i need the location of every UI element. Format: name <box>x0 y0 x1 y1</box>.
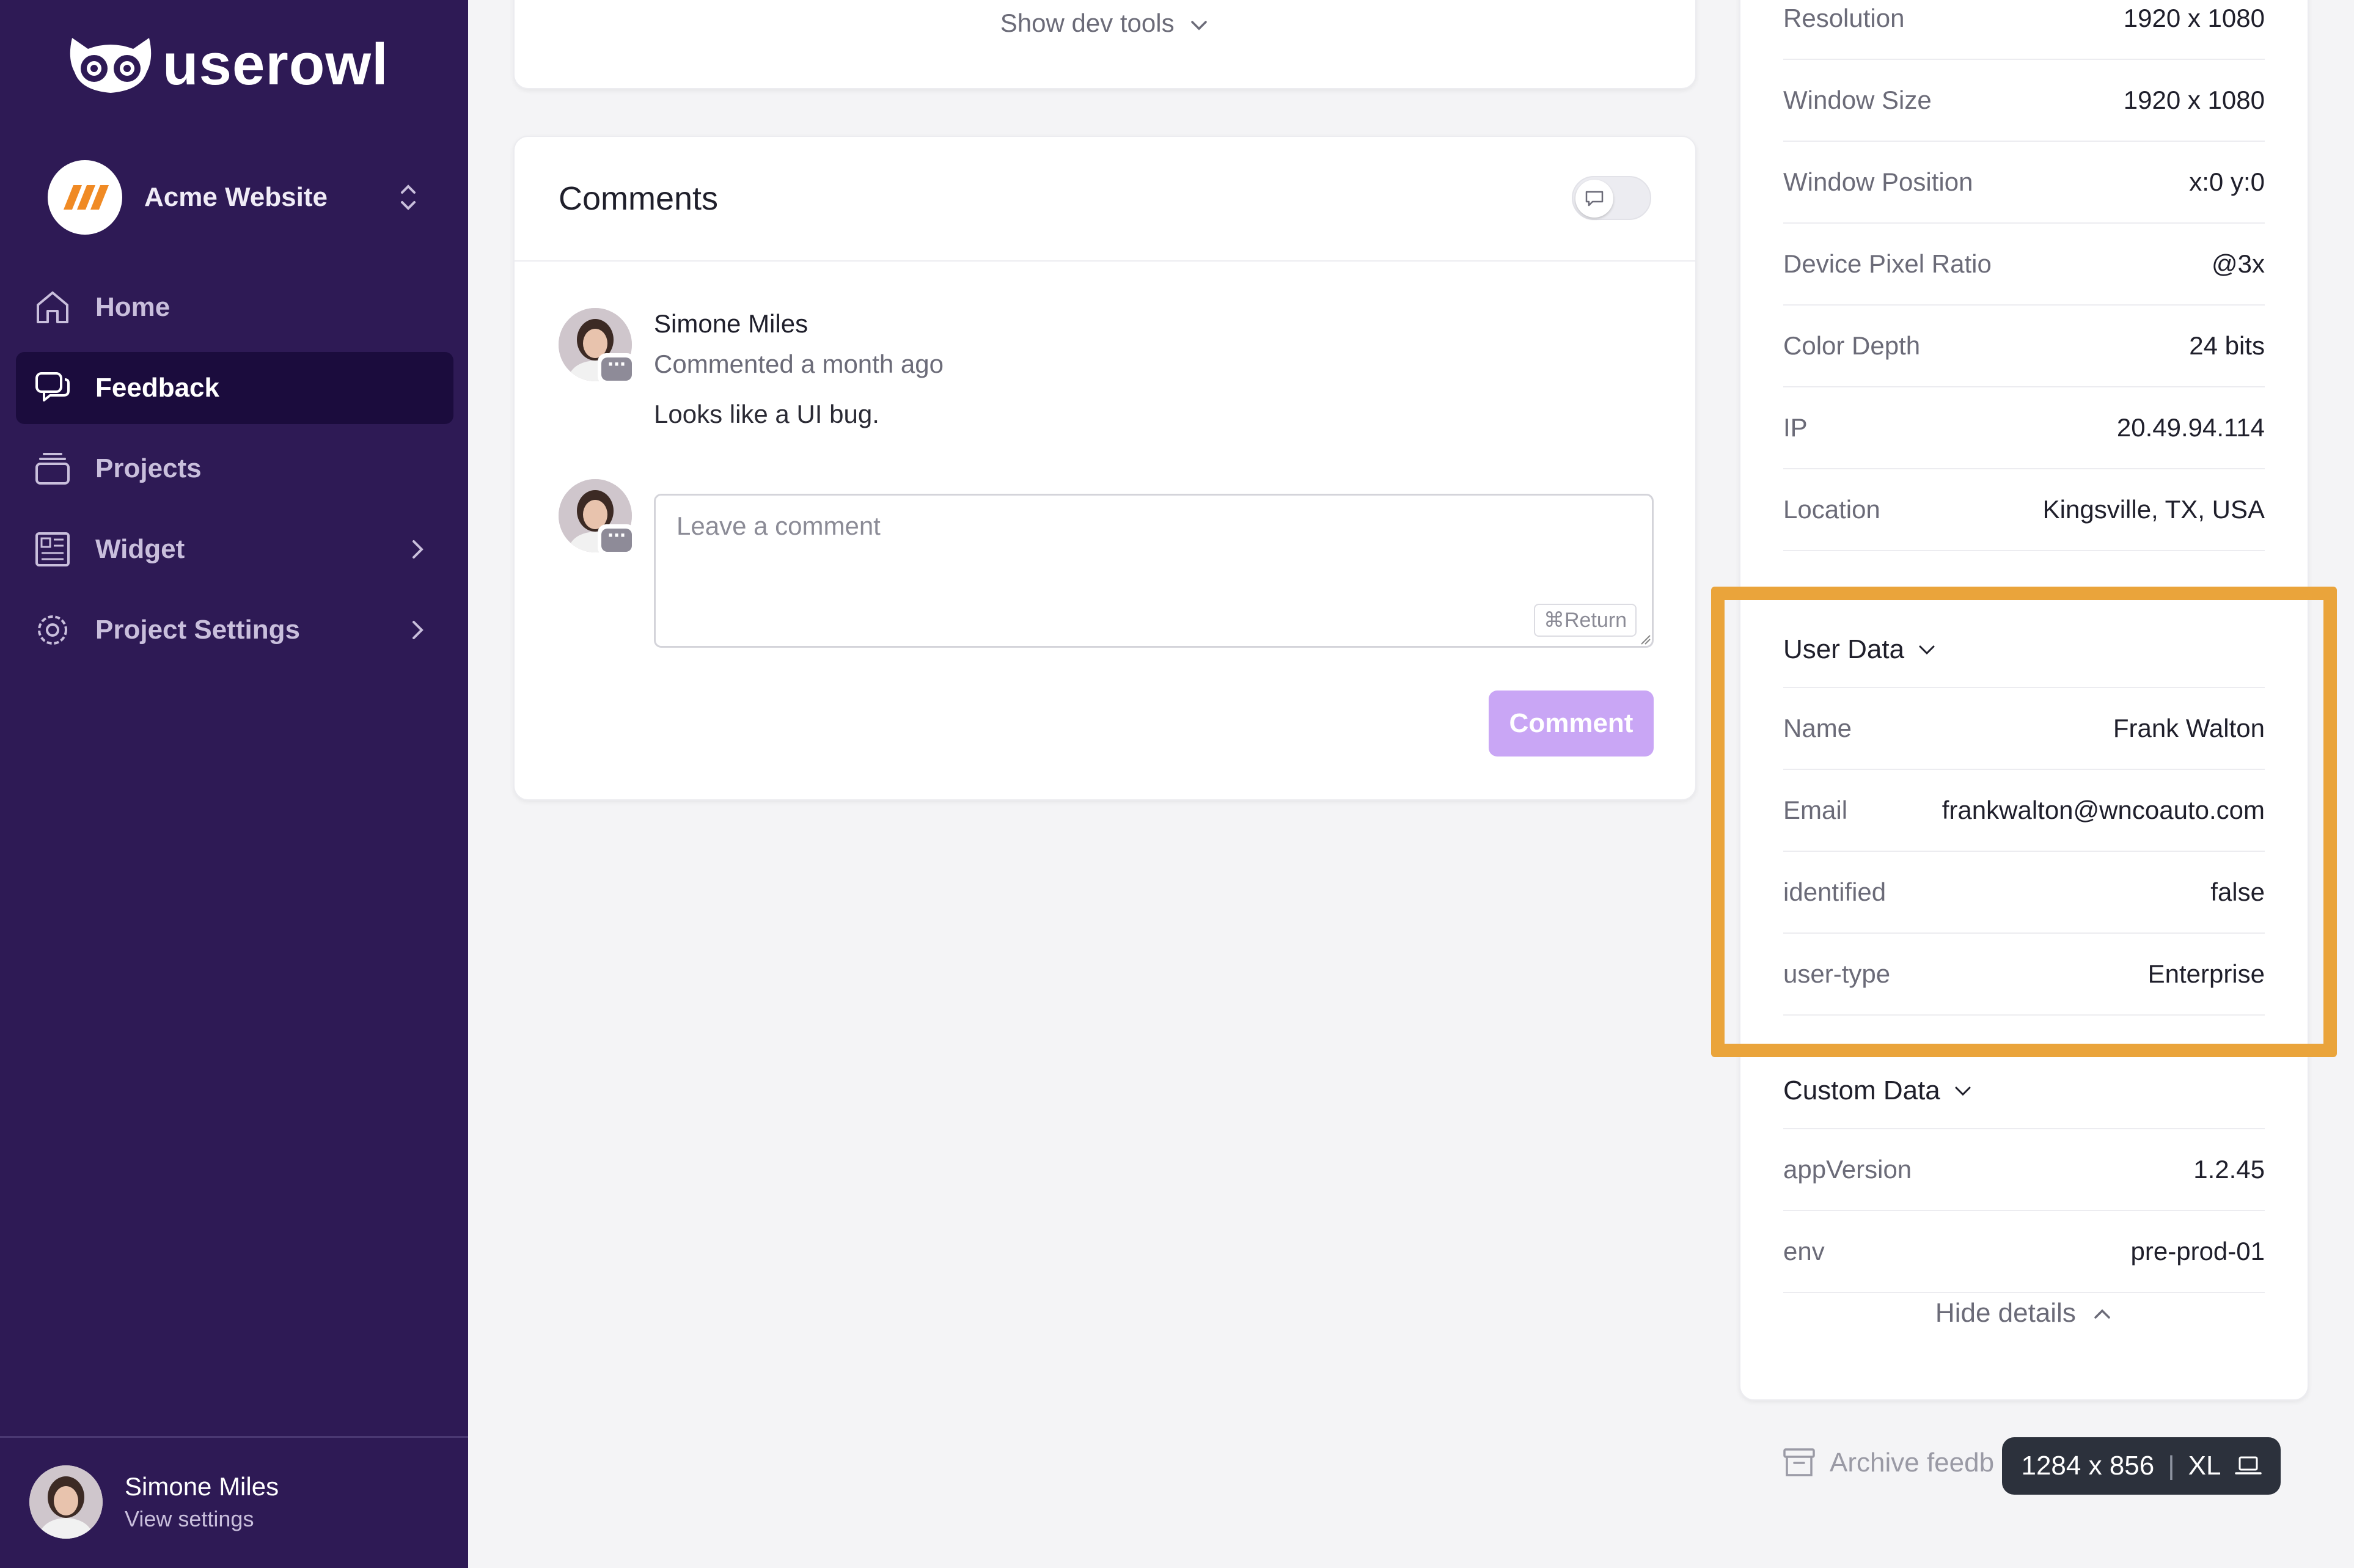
widget-icon <box>35 532 70 566</box>
sidebar-item-widget[interactable]: Widget <box>16 513 453 585</box>
detail-row-resolution: Resolution 1920 x 1080 <box>1783 0 2265 60</box>
chevron-down-icon <box>1191 21 1207 31</box>
current-user-avatar <box>559 479 636 556</box>
detail-key: Window Size <box>1783 86 1932 114</box>
sidebar-item-label: Feedback <box>95 373 219 403</box>
chevron-up-down-icon <box>401 185 416 210</box>
home-icon <box>37 291 68 323</box>
sidebar-item-projects[interactable]: Projects <box>16 433 453 505</box>
toggle-knob <box>1575 180 1613 218</box>
comment-avatar <box>559 308 636 385</box>
comments-toggle[interactable] <box>1572 176 1651 220</box>
detail-key: Location <box>1783 495 1880 524</box>
chevron-up-icon <box>2094 1309 2110 1319</box>
user-avatar-icon <box>29 1465 103 1539</box>
sidebar-item-project-settings[interactable]: Project Settings <box>16 594 453 666</box>
detail-key: appVersion <box>1783 1155 1912 1184</box>
comment-badge-icon <box>598 522 636 556</box>
detail-value: 20.49.94.114 <box>2116 413 2265 442</box>
detail-row-device-pixel-ratio: Device Pixel Ratio @3x <box>1783 224 2265 306</box>
user-data-highlight <box>1711 587 2337 1057</box>
viewport-breakpoint: XL <box>2188 1451 2221 1481</box>
chevron-right-icon <box>413 540 424 559</box>
detail-value: 24 bits <box>2189 331 2265 360</box>
sidebar-item-label: Home <box>95 292 170 322</box>
comments-title: Comments <box>559 180 719 217</box>
detail-row-ip: IP 20.49.94.114 <box>1783 387 2265 469</box>
acme-logo-icon <box>64 185 109 210</box>
project-logo <box>48 160 122 235</box>
profile-menu[interactable]: Simone Miles View settings <box>29 1465 279 1539</box>
userowl-logo[interactable]: userowl <box>67 34 389 95</box>
show-dev-tools-button[interactable]: Show dev tools <box>515 9 1695 38</box>
chevron-right-icon <box>413 621 424 639</box>
custom-data-title: Custom Data <box>1783 1075 1940 1105</box>
comment-author: Simone Miles <box>654 309 809 338</box>
logo-wordmark: userowl <box>163 32 389 97</box>
comments-card: Comments Simone Miles Commented a month … <box>513 136 1696 800</box>
sidebar-item-label: Project Settings <box>95 615 300 645</box>
badge-separator: | <box>2168 1451 2175 1481</box>
sidebar-item-home[interactable]: Home <box>16 271 453 343</box>
gear-icon <box>38 615 67 645</box>
sidebar-item-feedback[interactable]: Feedback <box>16 352 453 424</box>
comment-text: Looks like a UI bug. <box>654 400 879 428</box>
detail-key: Window Position <box>1783 167 1973 196</box>
comment-input[interactable] <box>654 494 1654 648</box>
sidebar: userowl Acme Website Home Feedback Proje… <box>0 0 468 1568</box>
detail-value: 1920 x 1080 <box>2123 4 2265 32</box>
custom-row-app-version: appVersion 1.2.45 <box>1783 1129 2265 1211</box>
hide-details-button[interactable]: Hide details <box>1740 1298 2308 1328</box>
detail-key: Device Pixel Ratio <box>1783 249 1992 278</box>
detail-value: 1.2.45 <box>2193 1155 2265 1184</box>
detail-value: @3x <box>2212 249 2265 278</box>
detail-row-window-size: Window Size 1920 x 1080 <box>1783 60 2265 142</box>
detail-key: Color Depth <box>1783 331 1921 360</box>
archive-feedback-label: Archive feedb <box>1830 1448 1995 1478</box>
detail-value: 1920 x 1080 <box>2123 86 2265 114</box>
view-settings-link[interactable]: View settings <box>125 1506 279 1532</box>
project-switcher[interactable]: Acme Website <box>48 160 420 235</box>
profile-name: Simone Miles <box>125 1472 279 1501</box>
viewport-size: 1284 x 856 <box>2021 1451 2155 1481</box>
detail-row-location: Location Kingsville, TX, USA <box>1783 469 2265 551</box>
custom-row-env: env pre-prod-01 <box>1783 1211 2265 1293</box>
detail-value: Kingsville, TX, USA <box>2042 495 2265 524</box>
sidebar-item-label: Widget <box>95 534 185 564</box>
sidebar-item-label: Projects <box>95 453 202 483</box>
devtools-card: Show dev tools <box>513 0 1696 89</box>
detail-key: env <box>1783 1237 1825 1266</box>
archive-icon <box>1783 1448 1815 1476</box>
shortcut-hint: ⌘Return <box>1534 604 1637 637</box>
sidebar-divider <box>0 1436 468 1438</box>
comment-bubble-icon <box>1585 191 1604 207</box>
archive-feedback-button[interactable]: Archive feedb <box>1782 1447 1994 1479</box>
comment-submit-button[interactable]: Comment <box>1489 691 1654 757</box>
projects-icon <box>35 453 70 485</box>
comments-divider <box>515 260 1695 262</box>
detail-row-color-depth: Color Depth 24 bits <box>1783 306 2265 387</box>
detail-key: IP <box>1783 413 1808 442</box>
detail-value: pre-prod-01 <box>2130 1237 2265 1266</box>
chevron-down-icon <box>1955 1086 1971 1096</box>
feedback-icon <box>35 372 70 401</box>
project-name: Acme Website <box>144 182 328 212</box>
owl-logo-icon <box>70 38 152 93</box>
avatar <box>29 1465 103 1539</box>
show-dev-tools-label: Show dev tools <box>1000 9 1175 37</box>
comment-timestamp: Commented a month ago <box>654 350 944 378</box>
resize-handle-icon[interactable] <box>1639 633 1651 645</box>
hide-details-label: Hide details <box>1935 1298 2076 1328</box>
detail-row-window-position: Window Position x:0 y:0 <box>1783 142 2265 224</box>
detail-key: Resolution <box>1783 4 1905 32</box>
comment-badge-icon <box>598 351 636 385</box>
custom-data-toggle[interactable]: Custom Data <box>1783 1053 2265 1129</box>
laptop-icon <box>2234 1456 2262 1475</box>
detail-value: x:0 y:0 <box>2189 167 2265 196</box>
viewport-size-badge: 1284 x 856 | XL <box>2002 1437 2281 1495</box>
